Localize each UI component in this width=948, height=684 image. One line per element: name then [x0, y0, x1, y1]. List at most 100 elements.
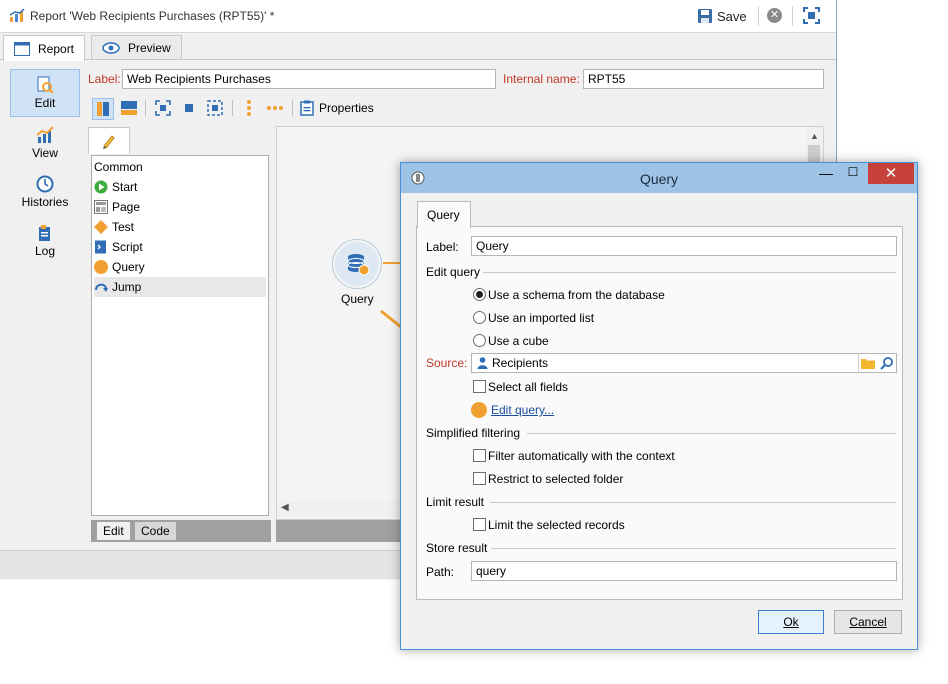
palette-item-test[interactable]: Test	[94, 217, 266, 237]
dialog-title: Query	[639, 171, 679, 187]
layout-horizontal-icon[interactable]	[119, 98, 139, 118]
horizontal-dots-icon[interactable]	[265, 98, 285, 118]
source-value: Recipients	[492, 356, 549, 370]
nav-edit-label: Edit	[34, 96, 56, 110]
zoom-square-icon[interactable]	[179, 98, 199, 118]
properties-clipboard-icon	[300, 100, 314, 116]
select-all-fields-checkbox[interactable]	[473, 380, 486, 393]
palette-item-jump[interactable]: Jump	[94, 277, 266, 297]
palette-item-start[interactable]: Start	[94, 177, 266, 197]
nav-log[interactable]: Log	[10, 218, 80, 264]
nav-view-label: View	[32, 146, 58, 160]
label-input[interactable]: Web Recipients Purchases	[122, 69, 496, 89]
palette-item-label: Script	[112, 240, 143, 254]
palette-bottom-tabs: Edit Code	[91, 520, 271, 542]
query-node-label: Query	[341, 292, 374, 306]
tab-query[interactable]: Query	[417, 201, 471, 228]
path-caption: Path:	[426, 565, 455, 579]
radio-cube-label: Use a cube	[488, 334, 549, 348]
left-nav: Edit View Histories Log	[0, 60, 84, 550]
radio-cube[interactable]	[473, 334, 486, 347]
filter-context-checkbox[interactable]	[473, 449, 486, 462]
edit-query-link[interactable]: Edit query...	[491, 403, 554, 417]
limit-records-label: Limit the selected records	[488, 518, 625, 532]
internal-name-caption: Internal name:	[503, 72, 580, 86]
zoom-frame-icon[interactable]	[205, 98, 225, 118]
minimize-icon[interactable]: —	[814, 165, 838, 185]
folder-icon[interactable]	[861, 357, 875, 369]
save-label: Save	[717, 8, 747, 24]
tab-code[interactable]: Code	[135, 522, 176, 540]
vertical-dots-icon[interactable]	[239, 98, 259, 118]
section-divider	[483, 272, 896, 273]
limit-result-section: Limit result	[426, 495, 485, 509]
properties-button[interactable]: Properties	[300, 99, 374, 117]
tab-report-label: Report	[38, 41, 75, 56]
tab-preview[interactable]: Preview	[91, 35, 182, 60]
section-divider	[490, 502, 896, 503]
select-all-fields-label: Select all fields	[488, 380, 569, 394]
test-diamond-icon	[94, 220, 108, 234]
palette-item-page[interactable]: Page	[94, 197, 266, 217]
query-node[interactable]	[333, 240, 381, 288]
pencil-icon	[103, 135, 115, 149]
search-icon[interactable]	[880, 356, 894, 370]
script-document-icon	[95, 240, 106, 254]
nav-edit[interactable]: Edit	[10, 69, 80, 117]
fullscreen-icon[interactable]	[803, 7, 820, 24]
report-tab-icon	[14, 41, 30, 56]
section-divider	[491, 548, 896, 549]
chart-view-icon	[36, 126, 54, 143]
palette-item-label: Page	[112, 200, 141, 214]
edit-magnifier-icon	[37, 76, 54, 94]
edit-query-section: Edit query	[426, 265, 481, 279]
start-play-icon	[94, 180, 108, 194]
tab-report[interactable]: Report	[3, 35, 86, 61]
palette-item-label: Test	[112, 220, 135, 234]
scroll-up-icon[interactable]: ▲	[810, 131, 819, 141]
restrict-folder-checkbox[interactable]	[473, 472, 486, 485]
cancel-button[interactable]: Cancel	[834, 610, 902, 634]
palette-item-label: Query	[112, 260, 145, 274]
nav-log-label: Log	[34, 244, 56, 258]
ok-button[interactable]: Ok	[758, 610, 824, 634]
radio-schema-label: Use a schema from the database	[488, 288, 665, 302]
toolbar-separator	[145, 100, 146, 116]
close-icon[interactable]: ✕	[767, 8, 782, 23]
toolbar-separator	[758, 6, 759, 26]
page-layout-icon	[94, 200, 108, 214]
source-caption: Source:	[426, 356, 468, 370]
floppy-disk-icon	[698, 9, 712, 23]
field-separator	[858, 354, 859, 372]
close-icon[interactable]: ✕	[868, 163, 914, 184]
source-input[interactable]: Recipients	[471, 353, 897, 373]
palette-item-query[interactable]: Query	[94, 257, 266, 277]
query-properties-panel: Label: Query Edit query Use a schema fro…	[416, 226, 903, 600]
nav-view[interactable]: View	[10, 120, 80, 166]
edit-query-icon	[471, 402, 487, 418]
limit-records-checkbox[interactable]	[473, 518, 486, 531]
layout-vertical-icon[interactable]	[92, 98, 114, 120]
tab-edit[interactable]: Edit	[97, 522, 130, 540]
database-icon	[347, 254, 370, 276]
internal-name-input[interactable]: RPT55	[583, 69, 824, 89]
window-title: Report 'Web Recipients Purchases (RPT55)…	[30, 9, 275, 23]
path-input[interactable]: query	[471, 561, 897, 581]
palette-item-script[interactable]: Script	[94, 237, 266, 257]
dialog-title-bar: Query — ☐ ✕	[401, 163, 917, 193]
activity-palette-list: Common Start Page Test Script Query Jump	[91, 155, 269, 516]
save-button[interactable]: Save	[697, 6, 747, 26]
palette-group-label: Common	[94, 160, 143, 174]
store-result-section: Store result	[426, 541, 488, 555]
radio-imported-list-label: Use an imported list	[488, 311, 595, 325]
properties-label: Properties	[319, 101, 374, 115]
query-label-input[interactable]: Query	[471, 236, 897, 256]
radio-imported-list[interactable]	[473, 311, 486, 324]
nav-histories[interactable]: Histories	[10, 169, 80, 215]
palette-tab[interactable]	[88, 127, 130, 154]
palette-group-header: Common	[94, 157, 266, 177]
radio-schema[interactable]	[473, 288, 486, 301]
zoom-fit-icon[interactable]	[153, 98, 173, 118]
scroll-left-icon[interactable]: ◀	[281, 502, 289, 513]
maximize-icon[interactable]: ☐	[841, 165, 865, 185]
